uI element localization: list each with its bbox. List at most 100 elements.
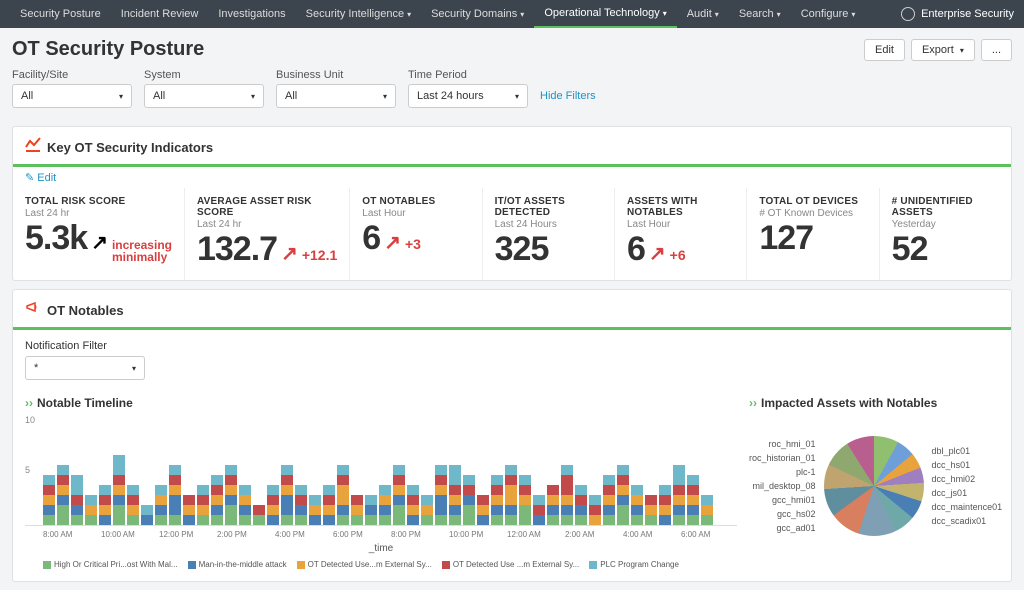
more-button[interactable]: ...	[981, 39, 1012, 61]
bar	[477, 495, 489, 525]
kpi-panel-title: Key OT Security Indicators	[47, 140, 213, 155]
nav-security-intelligence[interactable]: Security Intelligence▾	[296, 0, 421, 28]
filter-time-select[interactable]: Last 24 hours▾	[408, 84, 528, 108]
x-tick: 12:00 AM	[507, 530, 563, 539]
kpi-card[interactable]: IT/OT ASSETS DETECTED Last 24 Hours 325	[483, 188, 615, 280]
bar	[99, 485, 111, 525]
hide-filters-link[interactable]: Hide Filters	[540, 90, 596, 108]
kpi-sublabel: Last 24 hr	[197, 219, 337, 230]
pie-label: dcc_scadix01	[932, 516, 1003, 526]
chevron-down-icon: ▾	[383, 92, 387, 101]
pie-label: mil_desktop_08	[749, 481, 816, 491]
y-tick: 10	[25, 415, 35, 425]
filter-bu-select[interactable]: All▾	[276, 84, 396, 108]
bar	[589, 495, 601, 525]
kpi-label: TOTAL RISK SCORE	[25, 196, 172, 207]
bar	[631, 485, 643, 525]
nav-incident-review[interactable]: Incident Review	[111, 0, 209, 28]
bar	[239, 485, 251, 525]
legend-swatch	[589, 561, 597, 569]
nav-audit[interactable]: Audit▾	[677, 0, 729, 28]
trend-number: +12.1	[302, 247, 337, 263]
x-tick: 4:00 PM	[275, 530, 331, 539]
bar	[337, 465, 349, 525]
kpi-card[interactable]: ASSETS WITH NOTABLES Last Hour 6↗ +6	[615, 188, 747, 280]
chevron-down-icon: ▾	[715, 10, 719, 19]
bar	[687, 475, 699, 525]
filter-bu-label: Business Unit	[276, 69, 396, 81]
notables-panel-title: OT Notables	[47, 303, 124, 318]
kpi-sublabel: Last Hour	[362, 208, 469, 219]
x-tick: 8:00 AM	[43, 530, 99, 539]
bar	[575, 485, 587, 525]
filter-facility-select[interactable]: All▾	[12, 84, 132, 108]
x-tick: 10:00 PM	[449, 530, 505, 539]
impacted-title: Impacted Assets with Notables	[761, 396, 937, 410]
brand[interactable]: Enterprise Security	[901, 7, 1014, 21]
edit-button[interactable]: Edit	[864, 39, 905, 61]
x-tick: 6:00 PM	[333, 530, 389, 539]
x-tick: 8:00 PM	[391, 530, 447, 539]
nav-security-posture[interactable]: Security Posture	[10, 0, 111, 28]
kpi-card[interactable]: # UNIDENTIFIED ASSETS Yesterday 52	[880, 188, 1011, 280]
kpi-label: IT/OT ASSETS DETECTED	[495, 196, 602, 218]
bar	[309, 495, 321, 525]
bar	[71, 475, 83, 525]
pie-label: dbl_plc01	[932, 446, 1003, 456]
legend-item: High Or Critical Pri...ost With Mal...	[43, 560, 178, 569]
x-tick: 4:00 AM	[623, 530, 679, 539]
bar	[281, 465, 293, 525]
bar	[141, 505, 153, 525]
kpi-label: OT NOTABLES	[362, 196, 469, 207]
notification-filter-label: Notification Filter	[25, 340, 999, 352]
legend-item: Man-in-the-middle attack	[188, 560, 287, 569]
bar	[449, 465, 461, 525]
bar	[365, 495, 377, 525]
x-axis-title: _time	[25, 543, 737, 554]
filter-system-select[interactable]: All▾	[144, 84, 264, 108]
kpi-edit-link[interactable]: ✎ Edit	[13, 167, 1011, 188]
nav-search[interactable]: Search▾	[729, 0, 791, 28]
chevron-right-icon: ››	[749, 396, 757, 410]
x-tick: 2:00 PM	[217, 530, 273, 539]
pie-label: gcc_hs02	[749, 509, 816, 519]
bar	[603, 475, 615, 525]
bar	[561, 465, 573, 525]
nav-security-domains[interactable]: Security Domains▾	[421, 0, 534, 28]
nav-configure[interactable]: Configure▾	[791, 0, 866, 28]
legend-item: OT Detected Use ...m External Sy...	[442, 560, 579, 569]
kpi-value: 6	[627, 232, 645, 266]
nav-operational-technology[interactable]: Operational Technology▾	[534, 0, 676, 28]
kpi-value: 52	[892, 232, 928, 266]
trend-arrow-icon: ↗	[91, 230, 108, 255]
kpi-card[interactable]: OT NOTABLES Last Hour 6↗ +3	[350, 188, 482, 280]
chevron-right-icon: ››	[25, 396, 33, 410]
pie-label: plc-1	[749, 467, 816, 477]
legend-item: OT Detected Use...m External Sy...	[297, 560, 432, 569]
bar	[43, 475, 55, 525]
bar	[701, 495, 713, 525]
trend-number: +3	[405, 236, 421, 252]
legend-swatch	[43, 561, 51, 569]
kpi-card[interactable]: TOTAL OT DEVICES # OT Known Devices 127	[747, 188, 879, 280]
trend-text: increasingminimally	[112, 239, 172, 263]
bar	[645, 495, 657, 525]
x-tick: 6:00 AM	[681, 530, 737, 539]
x-tick: 2:00 AM	[565, 530, 621, 539]
bar	[197, 485, 209, 525]
bar	[57, 465, 69, 525]
pie-label: dcc_js01	[932, 488, 1003, 498]
notification-filter-select[interactable]: *▾	[25, 356, 145, 380]
export-button[interactable]: Export ▾	[911, 39, 975, 61]
bar	[155, 485, 167, 525]
bar	[673, 465, 685, 525]
chevron-down-icon: ▾	[119, 92, 123, 101]
chevron-down-icon: ▾	[515, 92, 519, 101]
kpi-card[interactable]: TOTAL RISK SCORE Last 24 hr 5.3k↗ increa…	[13, 188, 185, 280]
kpi-value: 132.7	[197, 232, 277, 266]
kpi-card[interactable]: AVERAGE ASSET RISK SCORE Last 24 hr 132.…	[185, 188, 350, 280]
chevron-down-icon: ▾	[851, 10, 855, 19]
nav-investigations[interactable]: Investigations	[208, 0, 295, 28]
bar	[85, 495, 97, 525]
bar	[505, 465, 517, 525]
